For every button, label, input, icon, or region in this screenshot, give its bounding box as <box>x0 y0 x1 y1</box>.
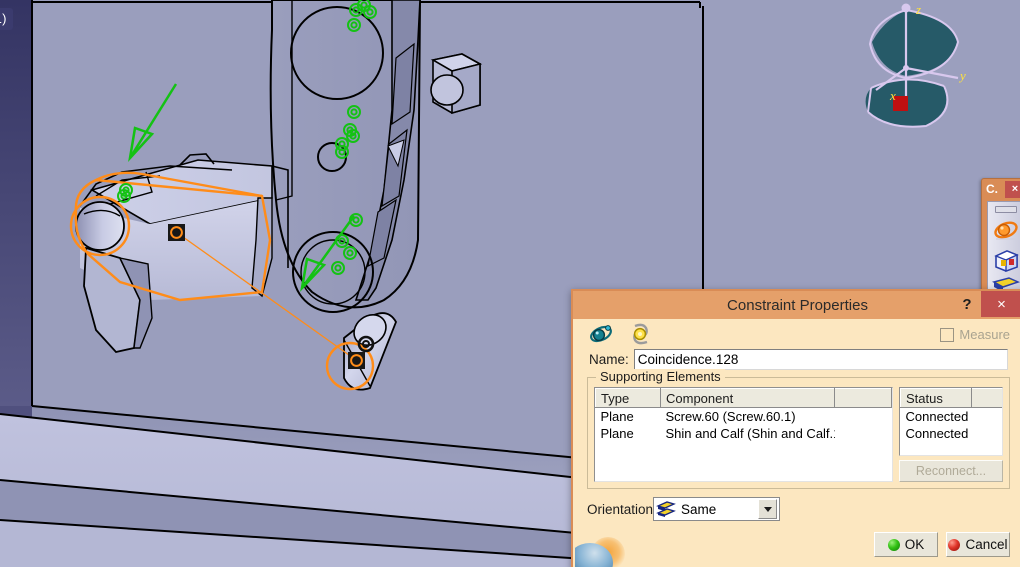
measure-label: Measure <box>959 327 1010 342</box>
orientation-value: Same <box>681 501 717 517</box>
column-header-component[interactable]: Component <box>660 388 835 408</box>
ok-button[interactable]: OK <box>874 532 938 557</box>
coincidence-marker-bracket <box>168 224 185 241</box>
clipped-element-tooltip: gh.1) <box>0 8 13 30</box>
coincidence-marker-screw <box>348 352 365 369</box>
chevron-down-icon[interactable] <box>758 499 778 519</box>
measure-checkbox-group[interactable]: Measure <box>940 327 1010 342</box>
cell-type[interactable]: Plane <box>596 408 661 426</box>
help-button[interactable]: ? <box>956 292 978 317</box>
name-row: Name: <box>589 349 1008 370</box>
supporting-elements-legend: Supporting Elements <box>596 369 725 384</box>
update-icon[interactable] <box>629 323 655 347</box>
close-button[interactable]: × <box>981 291 1020 317</box>
column-header-status[interactable]: Status <box>900 388 972 408</box>
constraints-toolbar-titlebar[interactable]: C. × <box>982 179 1020 199</box>
cancel-button[interactable]: Cancel <box>946 532 1010 557</box>
orientation-label: Orientation <box>587 501 654 517</box>
measure-checkbox[interactable] <box>940 327 955 342</box>
orientation-planes-icon <box>656 500 676 518</box>
cancel-sphere-icon <box>948 538 961 551</box>
application-window: z y x gh.1) C. × <box>0 0 1020 567</box>
ok-label: OK <box>904 537 925 552</box>
name-label: Name: <box>589 352 629 367</box>
fastener-cube <box>430 53 483 115</box>
constraints-toolbar-body <box>987 201 1020 297</box>
coincidence-icon[interactable] <box>589 323 615 347</box>
cell-component[interactable]: Shin and Calf (Shin and Calf.1) <box>661 425 835 442</box>
cancel-label: Cancel <box>965 537 1008 552</box>
dialog-button-row: OK Cancel <box>874 532 1010 557</box>
ok-sphere-icon <box>887 538 900 551</box>
coincidence-constraint-icon[interactable] <box>991 218 1020 245</box>
constraints-toolbar-title: C. <box>986 182 998 196</box>
name-input[interactable] <box>633 349 1008 370</box>
column-header-extra[interactable] <box>834 388 892 408</box>
reconnect-button[interactable]: Reconnect... <box>899 460 1003 482</box>
dialog-body: Measure Name: Supporting Elements Type <box>573 319 1020 567</box>
constraint-properties-dialog[interactable]: Constraint Properties ? × Measure Name: … <box>571 289 1020 567</box>
constraint-icon-row <box>589 323 655 347</box>
constraints-toolbar-close-icon[interactable]: × <box>1005 180 1020 198</box>
table-row: Plane Screw.60 (Screw.60.1) <box>596 408 892 426</box>
status-column: Status Connected Connected Reconnect... <box>899 387 1003 482</box>
cell-type[interactable]: Plane <box>596 425 661 442</box>
dialog-titlebar[interactable]: Constraint Properties ? × <box>573 291 1020 319</box>
compass-label-y: y <box>960 68 966 83</box>
status-row: Connected <box>901 408 1003 426</box>
supporting-elements-table[interactable]: Type Component Plane Screw.60 (Screw.60.… <box>594 387 893 482</box>
orientation-row: Orientation Same <box>587 497 781 521</box>
table-header-row: Type Component <box>595 388 892 408</box>
cell-extra <box>835 408 892 426</box>
status-table[interactable]: Status Connected Connected <box>899 387 1003 456</box>
toolbar-drag-handle[interactable] <box>995 206 1017 213</box>
cell-status[interactable]: Connected <box>901 425 1003 442</box>
earth-sphere <box>575 543 613 567</box>
offset-constraint-icon[interactable] <box>991 247 1020 274</box>
orientation-dropdown[interactable]: Same <box>653 497 781 521</box>
status-row: Connected <box>901 425 1003 442</box>
dialog-title: Constraint Properties <box>727 296 868 314</box>
table-row: Plane Shin and Calf (Shin and Calf.1) <box>596 425 892 442</box>
sun-glow <box>591 537 625 567</box>
column-header-status-extra[interactable] <box>971 388 1002 408</box>
column-header-type[interactable]: Type <box>595 388 661 408</box>
globe-watermark <box>575 533 637 567</box>
cell-component[interactable]: Screw.60 (Screw.60.1) <box>661 408 835 426</box>
status-header-row: Status <box>900 388 1002 408</box>
cell-extra <box>835 425 892 442</box>
compass-label-x: x <box>890 88 896 103</box>
constraints-toolbar[interactable]: C. × <box>981 178 1020 298</box>
compass-label-z: z <box>916 2 922 17</box>
cell-status[interactable]: Connected <box>901 408 1003 426</box>
supporting-elements-group: Supporting Elements Type Component Plane… <box>587 369 1010 489</box>
